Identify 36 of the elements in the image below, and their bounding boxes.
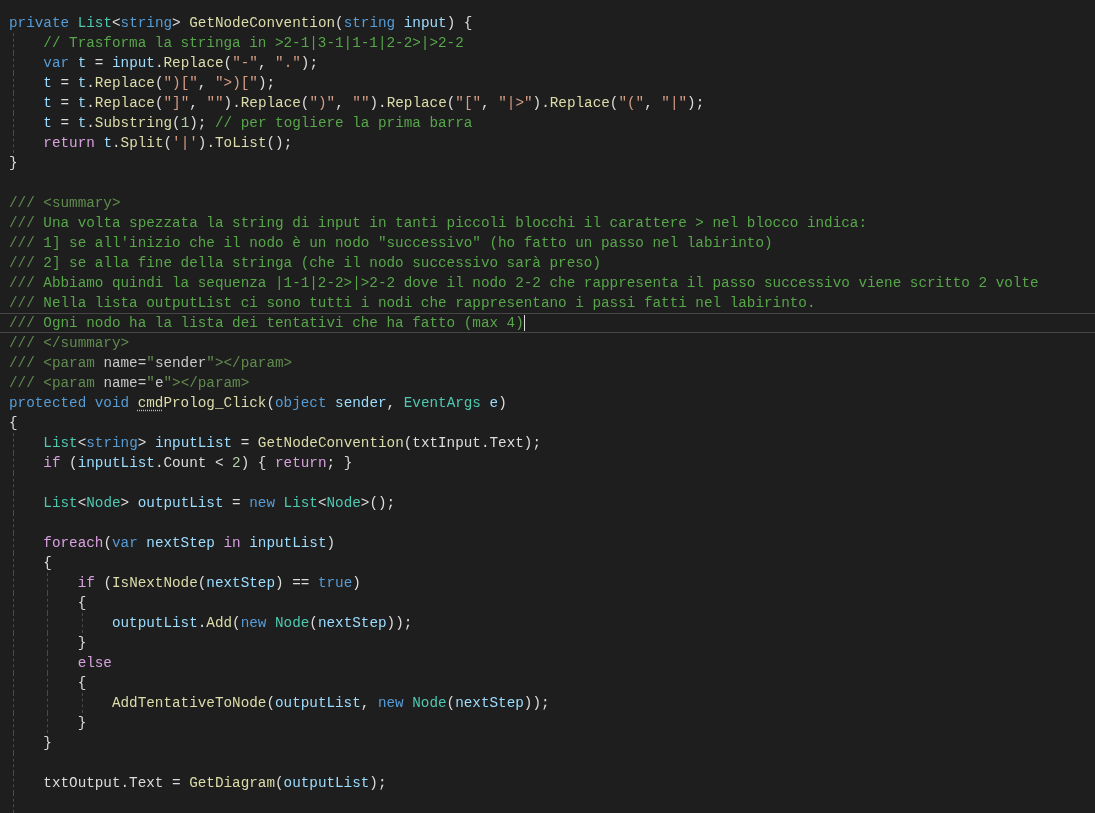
code-line: outputList.Add(new Node(nextStep)); — [110, 614, 413, 633]
code-line: } — [9, 154, 18, 173]
code-line: // Trasforma la stringa in >2-1|3-1|1-1|2-2>|>2-2 — [42, 34, 464, 53]
code-line: if (inputList.Count < 2) { return; } — [42, 454, 353, 473]
code-line: else — [76, 654, 112, 673]
code-line: if (IsNextNode(nextStep) == true) — [76, 574, 361, 593]
code-line: /// Nella lista outputList ci sono tutti i nodi che rappresentano i passi fatti nel labirinto. — [9, 294, 816, 313]
code-line: { — [76, 594, 87, 613]
code-line: /// <param name="sender"></param> — [9, 354, 293, 373]
code-line: List<string> inputList = GetNodeConvention(txtInput.Text); — [42, 434, 541, 453]
code-line: } — [76, 634, 87, 653]
code-line: /// 1] se all'inizio che il nodo è un nodo "successivo" (ho fatto un passo nel labirinto) — [9, 234, 773, 253]
code-line: } — [76, 714, 87, 733]
code-line: AddTentativeToNode(outputList, new Node(nextStep)); — [110, 694, 550, 713]
code-line: /// Una volta spezzata la string di input in tanti piccoli blocchi il carattere > nel blocco indica: — [9, 214, 867, 233]
code-line: private List<string> GetNodeConvention(string input) { — [9, 14, 473, 33]
code-line: var t = input.Replace("-", "."); — [42, 54, 318, 73]
code-line: t = t.Replace(")[", ">)["); — [42, 74, 276, 93]
code-line: txtOutput.Text = GetDiagram(outputList); — [42, 774, 387, 793]
code-line: protected void cmdProlog_Click(object sender, EventArgs e) — [9, 394, 507, 413]
code-line: foreach(var nextStep in inputList) — [42, 534, 336, 553]
code-line: /// Abbiamo quindi la sequenza |1-1|2-2>|>2-2 dove il nodo 2-2 che rappresenta il passo successivo viene scritto 2 volte — [9, 274, 1039, 293]
code-line: return t.Split('|').ToList(); — [42, 134, 293, 153]
code-line: /// <summary> — [9, 194, 121, 213]
code-line: /// 2] se alla fine della stringa (che il nodo successivo sarà preso) — [9, 254, 601, 273]
code-line: } — [42, 734, 52, 753]
code-line: List<Node> outputList = new List<Node>(); — [42, 494, 396, 513]
code-line: { — [9, 414, 18, 433]
code-line: { — [42, 554, 52, 573]
code-line: /// Ogni nodo ha la lista dei tentativi che ha fatto (max 4) — [9, 314, 524, 332]
code-line: t = t.Substring(1); // per togliere la prima barra — [42, 114, 473, 133]
code-line: /// <param name="e"></param> — [9, 374, 250, 393]
code-line: { — [76, 674, 87, 693]
code-line: /// </summary> — [9, 334, 130, 353]
code-line: t = t.Replace("]", "").Replace(")", "").Replace("[", "|>").Replace("(", "|"); — [42, 94, 705, 113]
text-cursor — [523, 315, 525, 332]
